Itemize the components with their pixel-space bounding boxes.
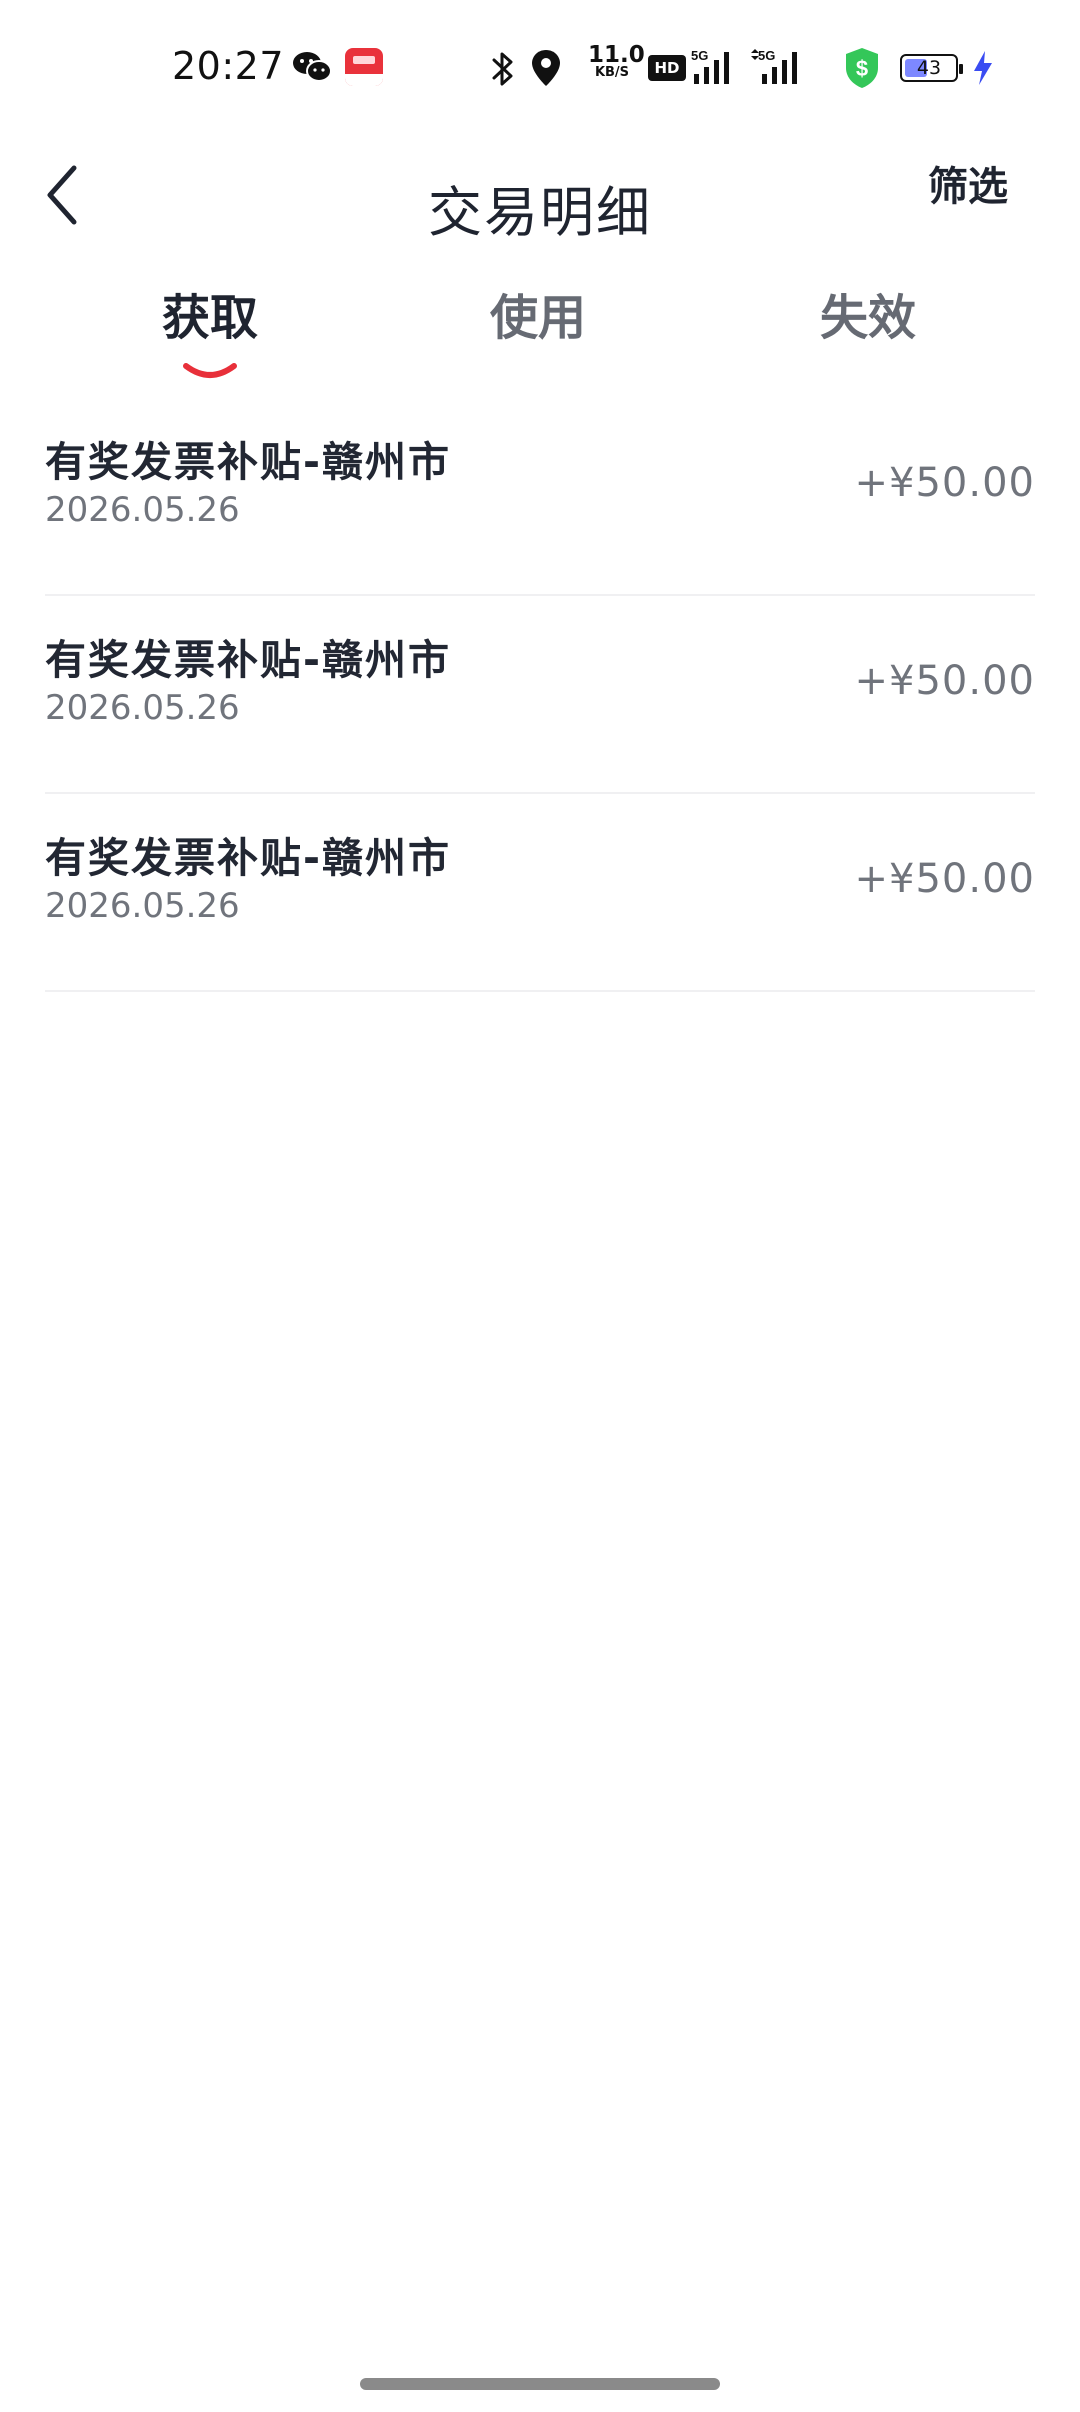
tab-expired[interactable]: 失效 xyxy=(758,278,978,348)
tab-use[interactable]: 使用 xyxy=(428,278,648,348)
signal-5g-icon: 5G xyxy=(751,48,797,84)
tab-obtain[interactable]: 获取 xyxy=(100,278,320,348)
transaction-row[interactable]: 有奖发票补贴-赣州市 2026.05.26 +¥50.00 xyxy=(45,794,1035,992)
network-speed: 11.0 KB/S xyxy=(588,42,645,80)
transaction-title: 有奖发票补贴-赣州市 xyxy=(45,636,452,684)
transaction-title: 有奖发票补贴-赣州市 xyxy=(45,438,452,486)
transaction-amount: +¥50.00 xyxy=(854,460,1035,506)
hd-icon: HD xyxy=(648,55,686,81)
signal-5g-icon: 5G xyxy=(691,48,729,84)
location-icon xyxy=(532,50,560,86)
transaction-list: 有奖发票补贴-赣州市 2026.05.26 +¥50.00 有奖发票补贴-赣州市… xyxy=(45,398,1035,992)
security-shield-icon: $ xyxy=(846,48,878,88)
status-bar: 20:27 11.0 KB/S HD 5G 5G $ 43 xyxy=(0,0,1080,140)
network-speed-unit: KB/S xyxy=(594,65,630,80)
svg-text:$: $ xyxy=(856,56,868,81)
nav-header: 交易明细 筛选 xyxy=(0,140,1080,250)
signal2-label: 5G xyxy=(758,48,775,63)
signal1-label: 5G xyxy=(691,48,708,63)
active-tab-indicator xyxy=(183,363,237,378)
battery-level: 43 xyxy=(916,57,942,79)
transaction-date: 2026.05.26 xyxy=(45,490,240,530)
transaction-row[interactable]: 有奖发票补贴-赣州市 2026.05.26 +¥50.00 xyxy=(45,398,1035,596)
transaction-title: 有奖发票补贴-赣州市 xyxy=(45,834,452,882)
charging-icon xyxy=(974,51,992,85)
transaction-row[interactable]: 有奖发票补贴-赣州市 2026.05.26 +¥50.00 xyxy=(45,596,1035,794)
app-notification-icon xyxy=(345,48,383,86)
battery-icon: 43 xyxy=(900,54,963,82)
app-root: 20:27 11.0 KB/S HD 5G 5G $ 43 交易明细 筛选 获取… xyxy=(0,0,1080,2412)
transaction-date: 2026.05.26 xyxy=(45,886,240,926)
home-indicator[interactable] xyxy=(360,2378,720,2390)
bluetooth-icon xyxy=(492,52,513,86)
wechat-icon xyxy=(293,52,332,82)
page-title: 交易明细 xyxy=(428,181,652,244)
transaction-amount: +¥50.00 xyxy=(854,658,1035,704)
transaction-date: 2026.05.26 xyxy=(45,688,240,728)
status-time: 20:27 xyxy=(172,44,285,88)
network-speed-value: 11.0 xyxy=(588,42,645,68)
tab-bar: 获取 使用 失效 xyxy=(0,278,1080,398)
transaction-amount: +¥50.00 xyxy=(854,856,1035,902)
filter-button[interactable]: 筛选 xyxy=(928,154,1008,212)
